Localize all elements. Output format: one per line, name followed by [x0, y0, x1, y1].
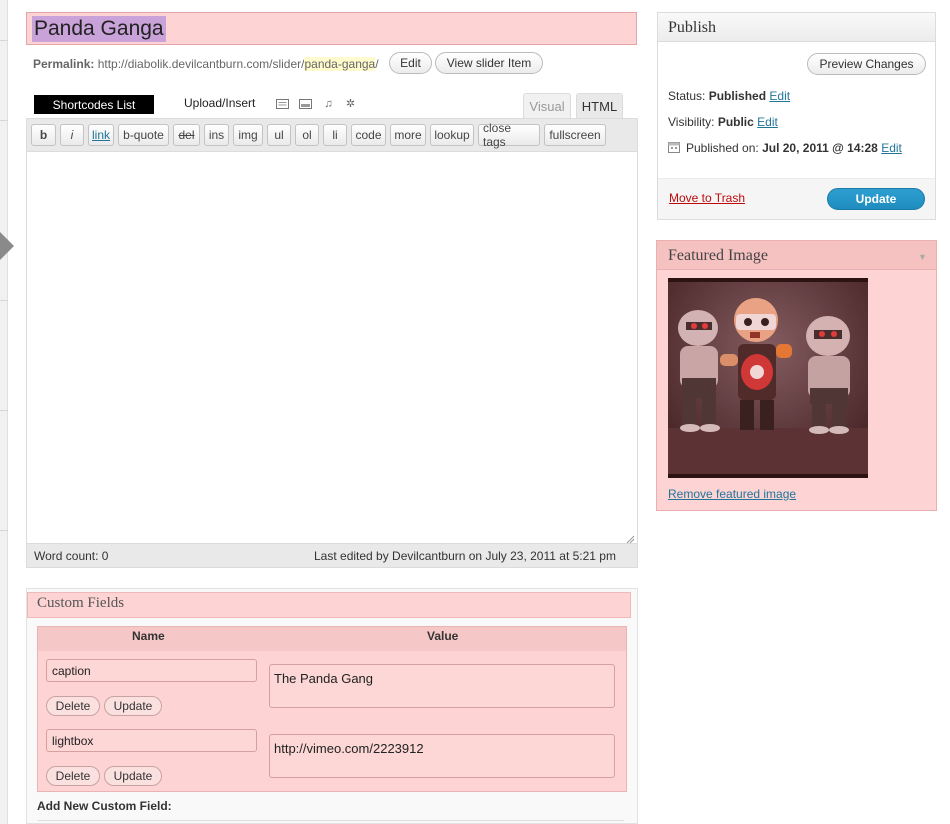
- tab-html[interactable]: HTML: [576, 93, 623, 119]
- permalink: Permalink: http://diabolik.devilcantburn…: [33, 56, 379, 72]
- qt-code-button[interactable]: code: [351, 124, 386, 146]
- qt-ins-button[interactable]: ins: [204, 124, 229, 146]
- qt-link-button[interactable]: link: [88, 124, 114, 146]
- audio-icon[interactable]: ♫: [322, 98, 335, 110]
- sidebar-divider: [0, 40, 8, 41]
- custom-field-value-input[interactable]: http://vimeo.com/2223912: [269, 734, 615, 778]
- visibility-value: Public: [717, 115, 754, 129]
- update-field-button[interactable]: Update: [104, 766, 162, 786]
- calendar-icon: [668, 141, 680, 153]
- sidebar-divider: [0, 120, 8, 121]
- qt-lookup-button[interactable]: lookup: [430, 124, 474, 146]
- qt-more-button[interactable]: more: [390, 124, 426, 146]
- qt-fullscreen-button[interactable]: fullscreen: [544, 124, 606, 146]
- move-to-trash-link[interactable]: Move to Trash: [669, 191, 745, 205]
- post-title-text: Panda Ganga: [32, 16, 166, 42]
- visibility-label: Visibility:: [668, 115, 715, 129]
- permalink-trailing: /: [375, 57, 379, 71]
- image-icon[interactable]: [276, 98, 289, 110]
- sidebar-divider: [0, 530, 8, 531]
- visibility-line: Visibility: Public Edit: [668, 115, 778, 129]
- featured-image-title: Featured Image: [668, 247, 768, 264]
- delete-field-button[interactable]: Delete: [46, 766, 100, 786]
- column-header-value: Value: [427, 629, 459, 643]
- admin-sidebar-edge: [0, 0, 8, 824]
- update-field-button[interactable]: Update: [104, 696, 162, 716]
- column-header-name: Name: [132, 629, 165, 643]
- publish-title: Publish: [668, 19, 717, 36]
- last-edited: Last edited by Devilcantburn on July 23,…: [314, 549, 616, 563]
- status-line: Status: Published Edit: [668, 89, 790, 103]
- qt-close-tags-button[interactable]: close tags: [478, 121, 540, 149]
- media-icon[interactable]: ✲: [344, 98, 357, 110]
- qt-ul-button[interactable]: ul: [267, 124, 291, 146]
- qt-bold-button[interactable]: b: [31, 124, 56, 146]
- sidebar-divider: [0, 410, 8, 411]
- qt-blockquote-button[interactable]: b-quote: [118, 124, 169, 146]
- tab-visual[interactable]: Visual: [523, 93, 571, 119]
- divider: [38, 820, 624, 821]
- view-slider-item-button[interactable]: View slider Item: [435, 52, 543, 74]
- custom-field-value-input[interactable]: The Panda Gang: [269, 664, 615, 708]
- toggle-arrow-icon[interactable]: ▼: [918, 252, 927, 262]
- permalink-base: http://diabolik.devilcantburn.com/slider…: [97, 57, 305, 71]
- video-icon[interactable]: [299, 98, 312, 110]
- sidebar-divider: [0, 300, 8, 301]
- status-value: Published: [708, 89, 767, 103]
- delete-field-button[interactable]: Delete: [46, 696, 100, 716]
- permalink-slug[interactable]: panda-ganga: [304, 57, 376, 71]
- current-menu-arrow-icon: [0, 232, 14, 260]
- featured-image-thumbnail[interactable]: [668, 278, 868, 478]
- published-on-line: Published on: Jul 20, 2011 @ 14:28 Edit: [686, 141, 902, 155]
- shortcodes-list-button[interactable]: Shortcodes List: [34, 95, 154, 114]
- update-button[interactable]: Update: [827, 188, 925, 210]
- custom-field-name-input[interactable]: lightbox: [46, 729, 257, 752]
- add-new-custom-field-label: Add New Custom Field:: [37, 799, 172, 813]
- preview-changes-button[interactable]: Preview Changes: [807, 53, 926, 75]
- edit-permalink-button[interactable]: Edit: [389, 52, 432, 74]
- custom-field-name-input[interactable]: caption: [46, 659, 257, 682]
- word-count: Word count: 0: [34, 549, 109, 563]
- status-label: Status:: [668, 89, 706, 103]
- qt-img-button[interactable]: img: [233, 124, 263, 146]
- qt-li-button[interactable]: li: [323, 124, 347, 146]
- quicktags-toolbar: b i link b-quote del ins img ul ol li co…: [31, 121, 606, 149]
- qt-ol-button[interactable]: ol: [295, 124, 319, 146]
- qt-italic-button[interactable]: i: [60, 124, 84, 146]
- editor-textarea[interactable]: [27, 151, 637, 544]
- edit-status-link[interactable]: Edit: [769, 89, 790, 103]
- remove-featured-image-link[interactable]: Remove featured image: [668, 487, 796, 501]
- edit-date-link[interactable]: Edit: [881, 141, 902, 155]
- custom-fields-title: Custom Fields: [37, 595, 125, 611]
- permalink-label: Permalink:: [33, 57, 95, 71]
- qt-del-button[interactable]: del: [173, 124, 200, 146]
- edit-visibility-link[interactable]: Edit: [757, 115, 778, 129]
- published-label: Published on:: [686, 141, 759, 155]
- custom-fields-table-header: [38, 627, 626, 651]
- published-value: Jul 20, 2011 @ 14:28: [762, 141, 878, 155]
- upload-insert-label: Upload/Insert: [184, 96, 256, 110]
- resize-handle-icon[interactable]: [625, 533, 635, 544]
